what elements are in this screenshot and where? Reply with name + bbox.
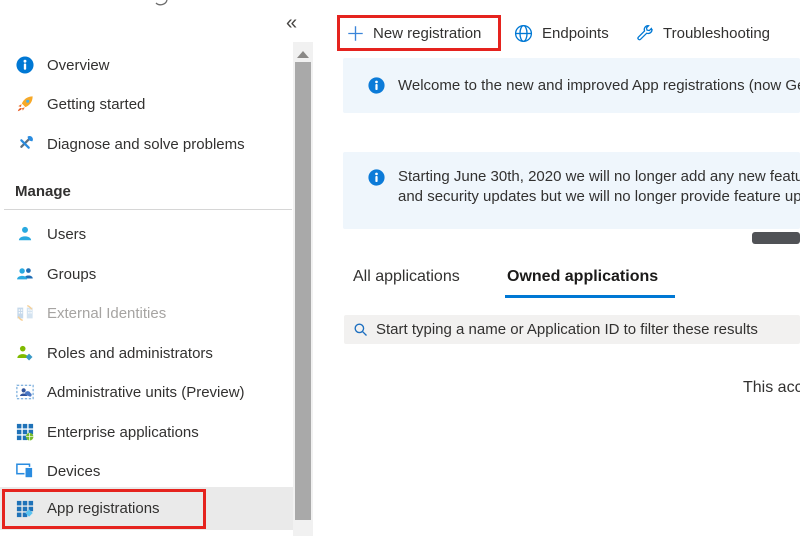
sidebar-item-label: Enterprise applications — [47, 424, 199, 441]
clipped-tooltip-fragment — [752, 232, 800, 244]
sidebar-item-overview[interactable]: Overview — [0, 45, 293, 85]
new-registration-label: New registration — [373, 25, 481, 42]
endpoints-label: Endpoints — [542, 25, 609, 42]
search-input[interactable] — [376, 321, 800, 338]
sidebar-item-roles[interactable]: Roles and administrators — [0, 333, 293, 373]
wrench-icon — [636, 24, 654, 42]
tools-icon — [15, 135, 34, 154]
plus-icon — [347, 25, 364, 42]
sidebar-item-external-identities[interactable]: External Identities — [0, 293, 293, 333]
app-registrations-page: « Overview Getting started — [0, 0, 800, 536]
sidebar-item-label: Getting started — [47, 96, 145, 113]
sidebar-item-users[interactable]: Users — [0, 214, 293, 254]
troubleshooting-button[interactable]: Troubleshooting — [636, 15, 770, 51]
sidebar-item-label: Administrative units (Preview) — [47, 384, 245, 401]
info-icon — [368, 169, 385, 186]
admin-units-icon — [15, 383, 34, 402]
sidebar-section-manage: Manage — [15, 183, 71, 200]
sidebar-item-label: Overview — [47, 57, 110, 74]
sidebar-divider — [4, 209, 292, 210]
banner-line: and security updates but we will no long… — [398, 187, 800, 207]
tab-owned-applications[interactable]: Owned applications — [507, 268, 658, 286]
sidebar-item-devices[interactable]: Devices — [0, 451, 293, 491]
external-identities-icon — [15, 304, 34, 323]
search-icon — [353, 322, 368, 337]
globe-icon — [514, 24, 533, 43]
new-registration-button[interactable]: New registration — [347, 15, 481, 51]
info-icon — [15, 56, 34, 75]
sidebar-item-app-registrations[interactable]: App registrations — [0, 487, 293, 530]
banner-text: Welcome to the new and improved App regi… — [398, 76, 800, 96]
application-filter-searchbox[interactable] — [344, 315, 800, 344]
scrollbar-thumb[interactable] — [295, 62, 311, 520]
active-tab-underline — [505, 295, 675, 298]
user-icon — [15, 225, 34, 244]
devices-icon — [15, 462, 34, 481]
enterprise-apps-icon — [15, 423, 34, 442]
roles-icon — [15, 344, 34, 363]
sidebar-item-label: App registrations — [47, 500, 160, 517]
rocket-icon — [15, 95, 34, 114]
sidebar-item-diagnose[interactable]: Diagnose and solve problems — [0, 124, 293, 164]
sidebar-item-admin-units[interactable]: Administrative units (Preview) — [0, 372, 293, 412]
sidebar-item-enterprise-apps[interactable]: Enterprise applications — [0, 412, 293, 452]
app-registrations-icon — [15, 499, 34, 518]
sidebar-collapse-button[interactable]: « — [286, 13, 297, 33]
sidebar-item-groups[interactable]: Groups — [0, 254, 293, 294]
empty-state-text: This acc — [743, 379, 800, 397]
banner-text: Starting June 30th, 2020 we will no long… — [398, 167, 800, 207]
sidebar-item-label: Devices — [47, 463, 100, 480]
info-icon — [368, 77, 385, 94]
endpoints-button[interactable]: Endpoints — [514, 15, 609, 51]
scrollbar-up-arrow-icon[interactable] — [297, 51, 309, 58]
tab-all-applications[interactable]: All applications — [353, 268, 460, 286]
sidebar-item-label: Roles and administrators — [47, 345, 213, 362]
banner-line: Starting June 30th, 2020 we will no long… — [398, 167, 800, 187]
deprecation-info-banner: Starting June 30th, 2020 we will no long… — [343, 152, 800, 229]
sidebar-item-label: Diagnose and solve problems — [47, 136, 245, 153]
sidebar-scrollbar[interactable] — [293, 42, 313, 536]
sidebar-item-getting-started[interactable]: Getting started — [0, 84, 293, 124]
sidebar-item-label: Groups — [47, 266, 96, 283]
sidebar-item-label: External Identities — [47, 305, 166, 322]
people-group-icon — [15, 265, 34, 284]
troubleshooting-label: Troubleshooting — [663, 25, 770, 42]
sidebar-item-label: Users — [47, 226, 86, 243]
clipped-page-title-fragment — [155, 0, 169, 7]
welcome-info-banner: Welcome to the new and improved App regi… — [343, 58, 800, 113]
